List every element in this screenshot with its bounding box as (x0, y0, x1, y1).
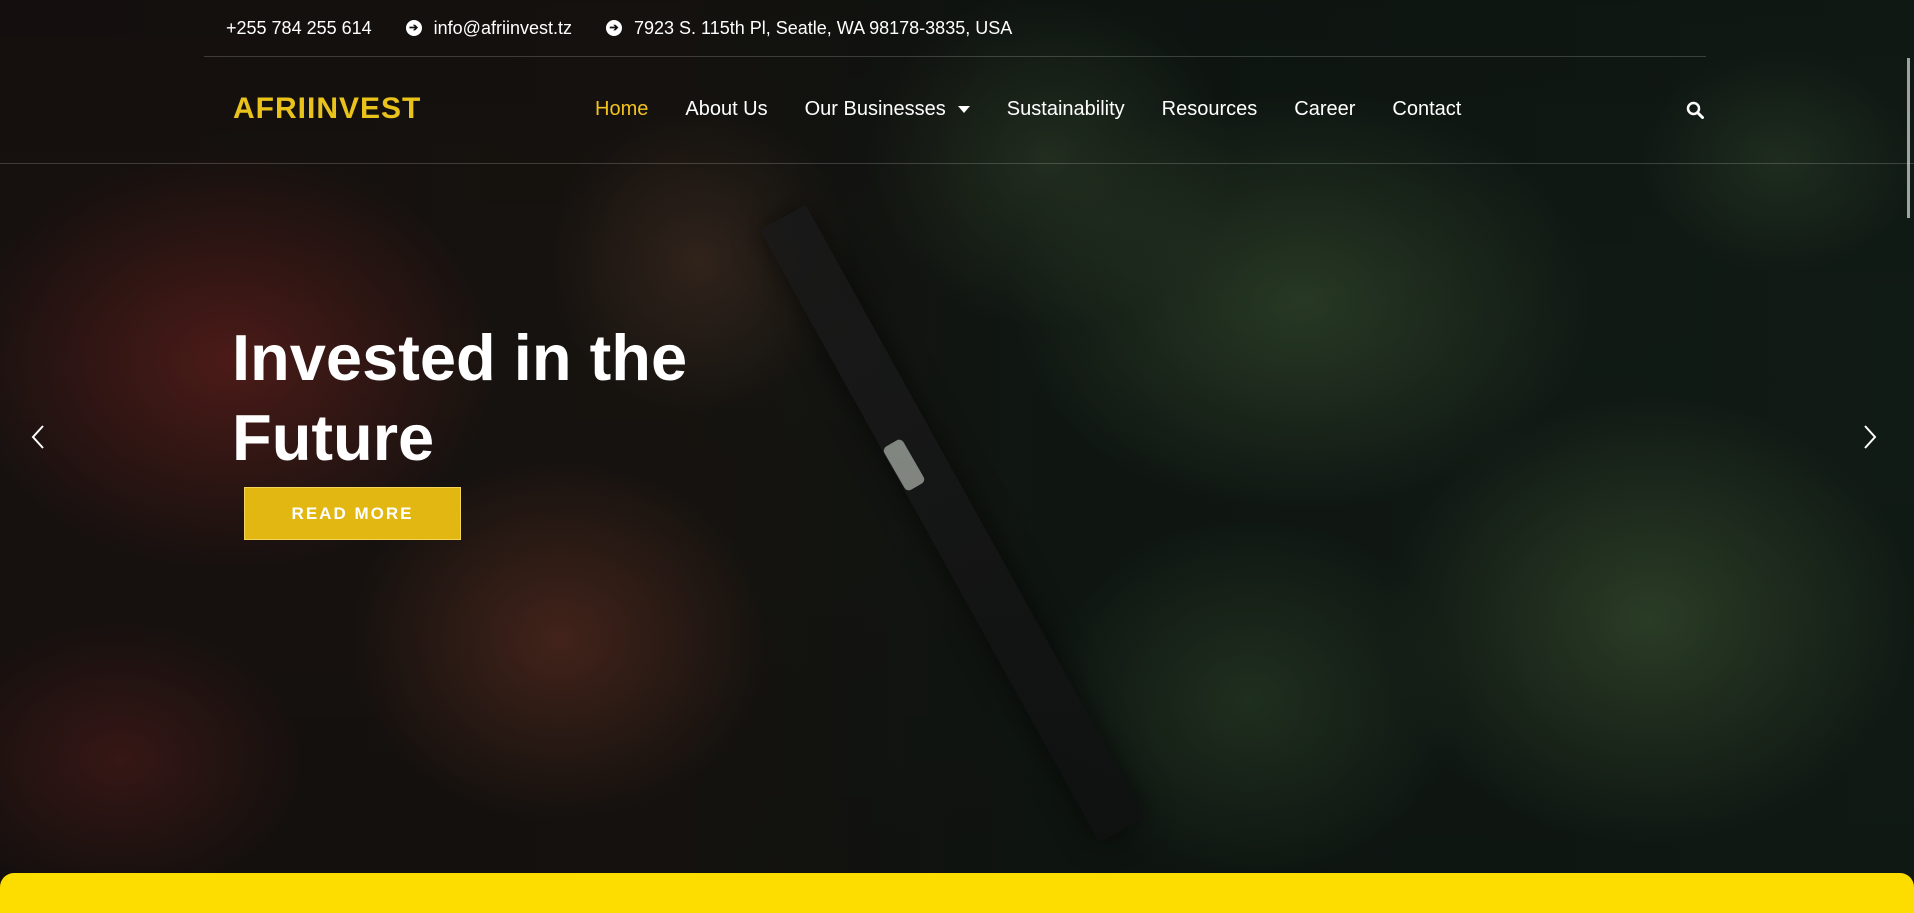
arrow-circle-right-icon: ➔ (605, 20, 622, 36)
nav-career[interactable]: Career (1294, 98, 1355, 121)
topbar-email[interactable]: ➔ info@afriinvest.tz (405, 18, 572, 39)
nav-home[interactable]: Home (595, 98, 648, 121)
nav-our-businesses[interactable]: Our Businesses (805, 98, 970, 121)
topbar: +255 784 255 614 ➔ info@afriinvest.tz ➔ … (204, 0, 1706, 57)
main-nav: Home About Us Our Businesses Sustainabil… (595, 98, 1498, 121)
topbar-phone[interactable]: +255 784 255 614 (226, 18, 372, 39)
nav-sustainability[interactable]: Sustainability (1007, 98, 1125, 121)
scrollbar[interactable] (1907, 58, 1910, 218)
hero-title: Invested in the Future (232, 321, 688, 474)
logo[interactable]: AFRIINVEST (233, 92, 421, 126)
nav-about-us[interactable]: About Us (685, 98, 767, 121)
search-icon[interactable] (1686, 101, 1704, 119)
main-header: AFRIINVEST Home About Us Our Businesses … (0, 58, 1914, 218)
topbar-address: ➔ 7923 S. 115th Pl, Seatle, WA 98178-383… (605, 18, 1012, 39)
nav-resources[interactable]: Resources (1162, 98, 1258, 121)
chevron-right-icon[interactable] (1860, 423, 1880, 451)
nav-contact[interactable]: Contact (1392, 98, 1461, 121)
chevron-down-icon (957, 106, 970, 113)
read-more-button[interactable]: READ MORE (244, 487, 461, 540)
arrow-circle-right-icon: ➔ (405, 20, 422, 36)
chevron-left-icon[interactable] (28, 423, 48, 451)
section-band (0, 873, 1914, 913)
